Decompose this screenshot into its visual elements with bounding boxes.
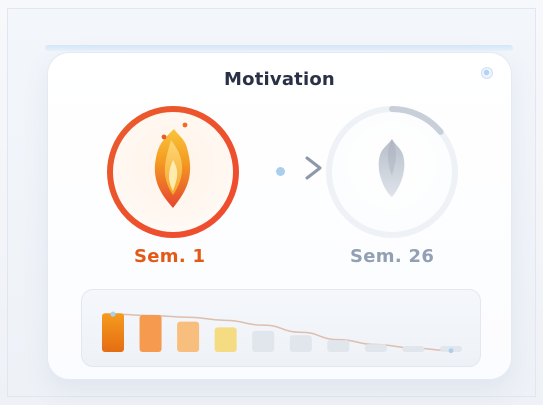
week-1-ring [107,106,239,238]
bar-1 [102,313,124,352]
trend-line [112,313,452,352]
bar-8 [364,344,387,352]
bar-5 [252,330,275,352]
card-title: Motivation [224,69,335,90]
transition-dot [276,167,285,176]
start-week-label: Sem. 1 [134,246,206,267]
status-dot-icon [481,67,493,79]
bar-9 [402,346,425,352]
bar-4 [214,327,237,352]
bar-2 [139,315,162,352]
app-stage: Motivation Sem. 1 Sem. 26 [0,0,543,405]
bar-6 [289,335,312,352]
week-1-indicator [103,102,243,242]
motivation-card: Motivation Sem. 1 Sem. 26 [47,52,512,380]
top-highlight-strip [45,45,513,51]
bar-3 [177,321,200,352]
end-trend-dot [448,348,454,354]
motivation-bar-chart [102,311,462,354]
motivation-trend-panel [81,289,481,367]
start-trend-dot [110,311,116,317]
week-26-indicator [322,102,462,242]
week-26-ring [326,106,458,238]
bar-7 [327,340,350,352]
end-week-label: Sem. 26 [350,246,435,267]
